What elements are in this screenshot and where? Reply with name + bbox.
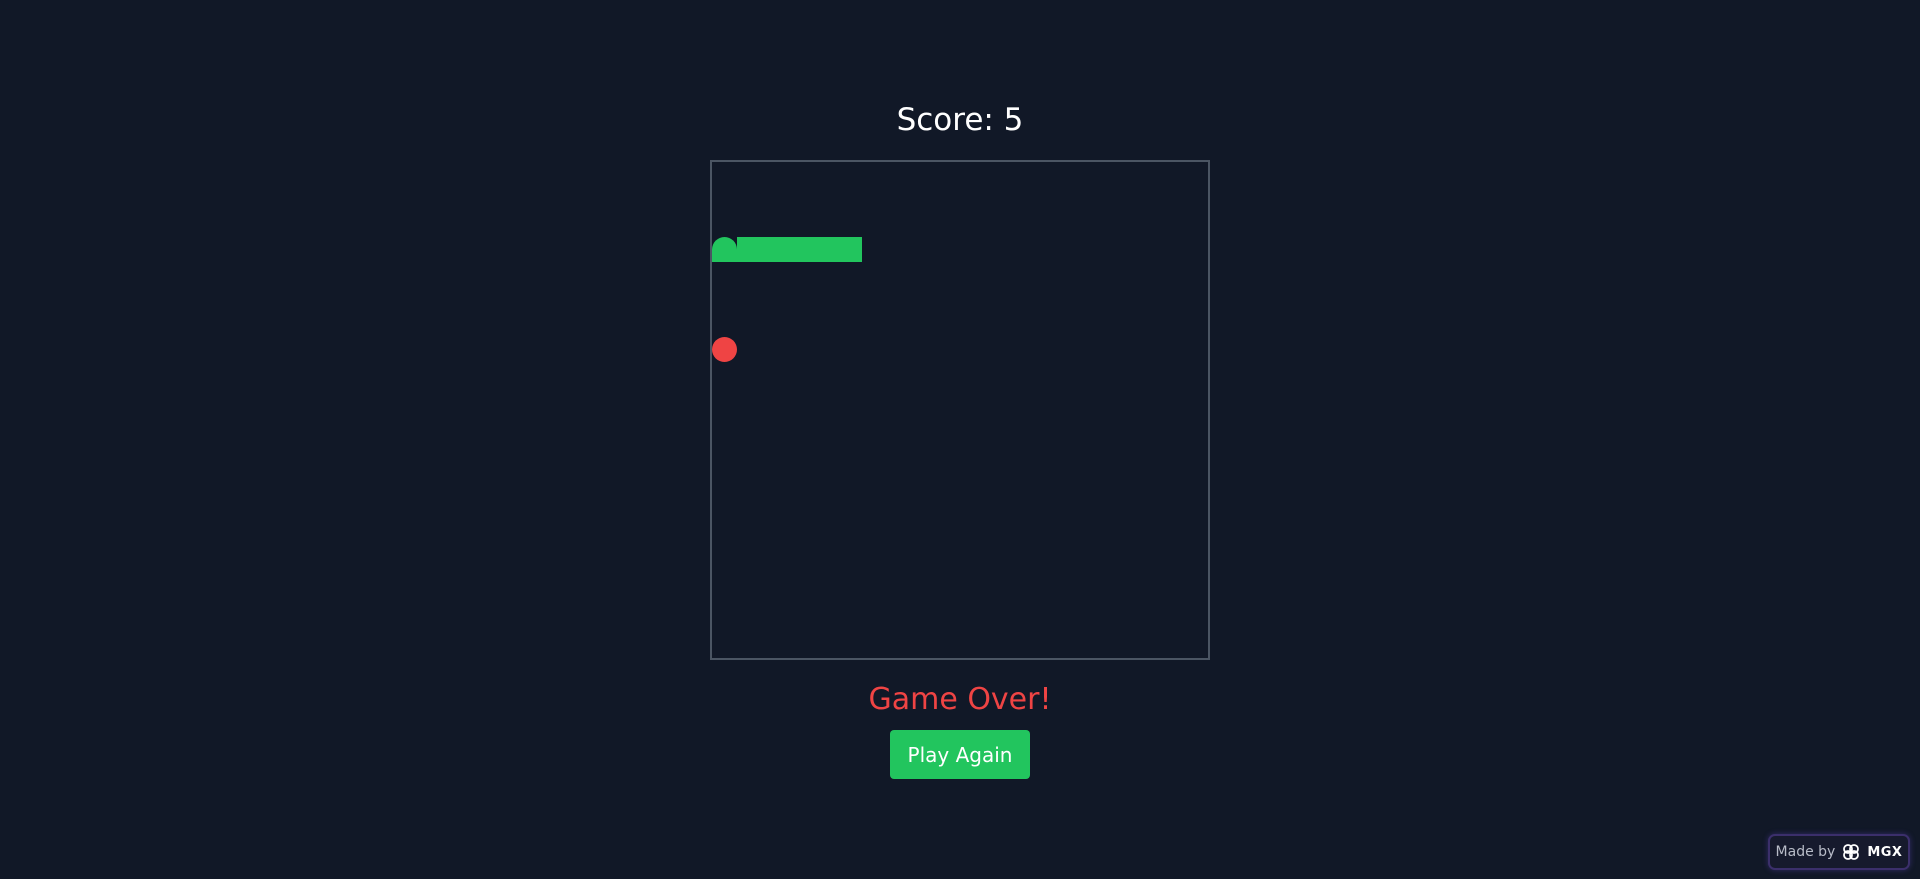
game-over-message: Game Over! <box>868 682 1052 717</box>
snake-segment <box>762 237 787 262</box>
score-label: Score: 5 <box>896 102 1024 138</box>
made-by-badge[interactable]: Made by MGX <box>1768 834 1910 870</box>
food-apple <box>712 337 737 362</box>
page: Score: 5 Game Over! Play Again Made by M… <box>0 0 1920 879</box>
game-board[interactable] <box>710 160 1210 660</box>
snake-head <box>712 237 737 262</box>
snake-segment <box>787 237 812 262</box>
mgx-brand-label: MGX <box>1867 844 1903 860</box>
made-by-label: Made by <box>1775 844 1836 860</box>
snake-segment <box>737 237 762 262</box>
mgx-logo-icon <box>1843 844 1860 860</box>
play-again-button[interactable]: Play Again <box>890 730 1030 779</box>
snake-segment <box>837 237 862 262</box>
snake-segment <box>812 237 837 262</box>
